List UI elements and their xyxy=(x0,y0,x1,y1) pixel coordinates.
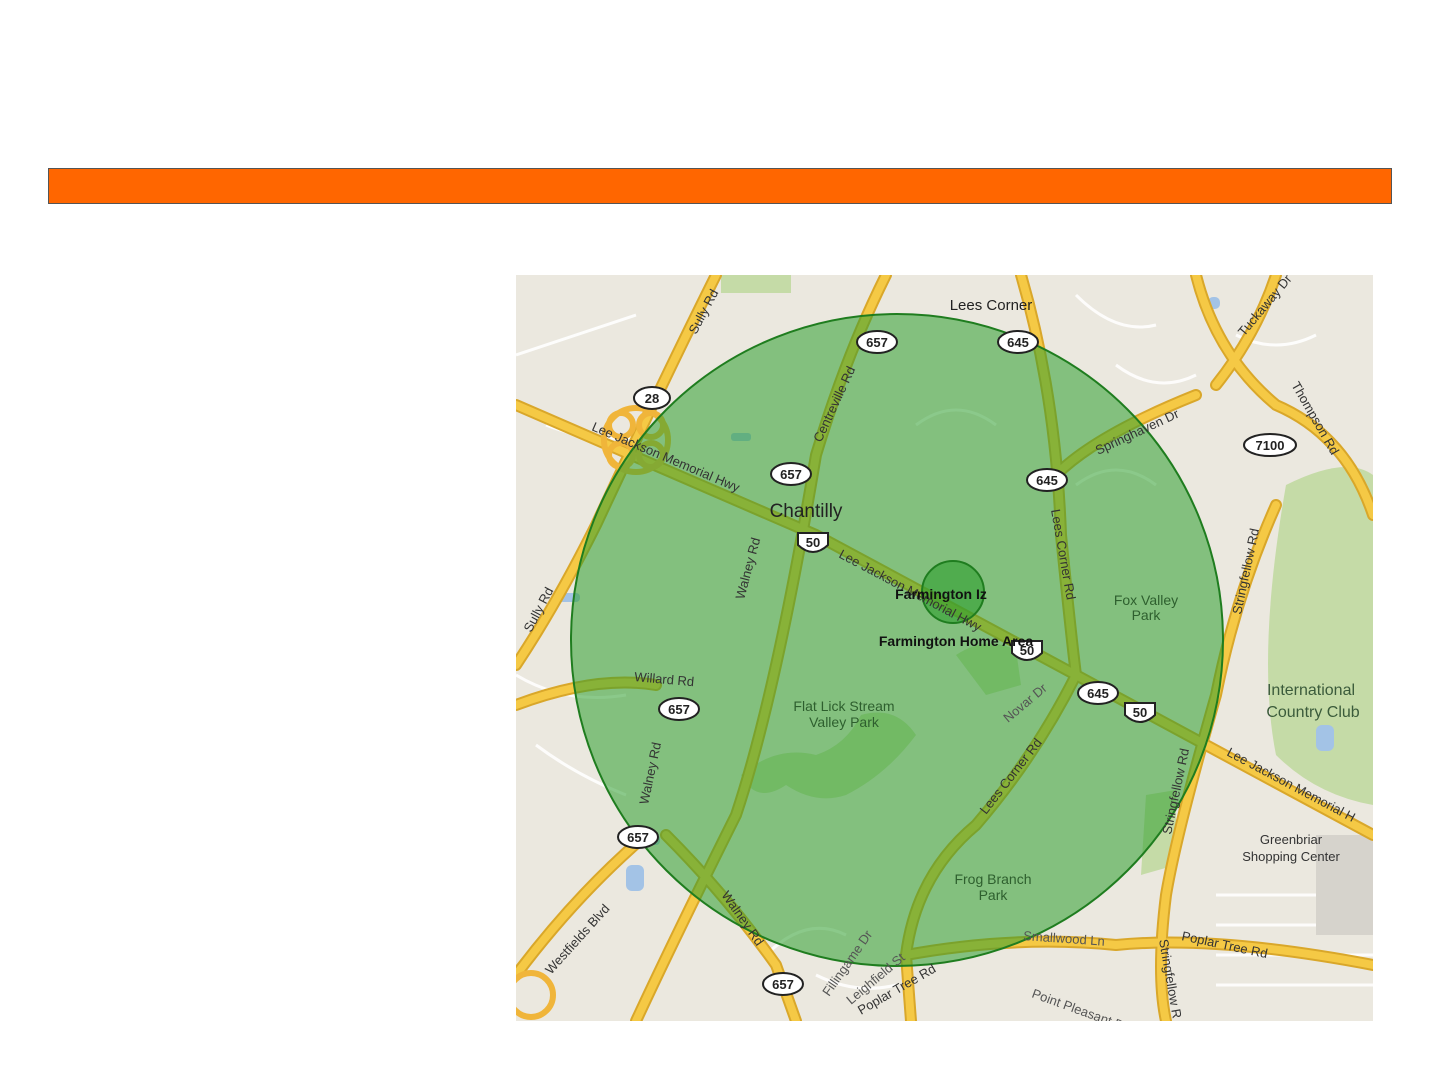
map-canvas[interactable]: 28 657 645 657 645 7100 657 645 657 657 … xyxy=(516,275,1373,1021)
label-greenbriar: Greenbriar xyxy=(1260,832,1323,847)
shield-645-b: 645 xyxy=(1026,468,1068,492)
label-chantilly: Chantilly xyxy=(770,501,843,522)
shield-28: 28 xyxy=(633,386,671,410)
shield-645-a: 645 xyxy=(997,330,1039,354)
label-farmington-iz: Farmington Iz xyxy=(895,586,987,602)
label-flat-lick-park: Valley Park xyxy=(809,714,880,730)
svg-text:7100: 7100 xyxy=(1256,438,1285,453)
svg-text:50: 50 xyxy=(1133,705,1147,720)
svg-text:645: 645 xyxy=(1036,473,1058,488)
label-fox-valley-park: Park xyxy=(1132,607,1162,623)
shield-657-b: 657 xyxy=(770,462,812,486)
svg-text:657: 657 xyxy=(866,335,888,350)
label-fox-valley: Fox Valley xyxy=(1114,592,1178,608)
label-frog-branch-park: Park xyxy=(979,887,1009,903)
header-bar xyxy=(48,168,1392,204)
shield-657-d: 657 xyxy=(617,825,659,849)
svg-text:28: 28 xyxy=(645,391,659,406)
shield-657-c: 657 xyxy=(658,697,700,721)
label-farmington-home-area: Farmington Home Area xyxy=(879,633,1033,649)
shield-657-a: 657 xyxy=(856,330,898,354)
shield-7100: 7100 xyxy=(1243,433,1297,457)
label-country-club: Country Club xyxy=(1266,704,1359,721)
label-frog-branch: Frog Branch xyxy=(954,871,1031,887)
shield-us50-a: 50 xyxy=(797,532,829,553)
svg-text:657: 657 xyxy=(627,830,649,845)
label-lees-corner: Lees Corner xyxy=(950,297,1033,314)
map-view[interactable]: 28 657 645 657 645 7100 657 645 657 657 … xyxy=(516,275,1373,1021)
svg-text:657: 657 xyxy=(668,702,690,717)
label-flat-lick: Flat Lick Stream xyxy=(793,698,894,714)
shield-657-e: 657 xyxy=(762,972,804,996)
svg-text:50: 50 xyxy=(806,535,820,550)
svg-text:645: 645 xyxy=(1007,335,1029,350)
shield-645-c: 645 xyxy=(1077,681,1119,705)
shield-us50-c: 50 xyxy=(1124,702,1156,723)
svg-text:645: 645 xyxy=(1087,686,1109,701)
label-shopping-center: Shopping Center xyxy=(1242,849,1340,864)
svg-text:657: 657 xyxy=(780,467,802,482)
label-international: International xyxy=(1267,682,1355,699)
svg-text:657: 657 xyxy=(772,977,794,992)
